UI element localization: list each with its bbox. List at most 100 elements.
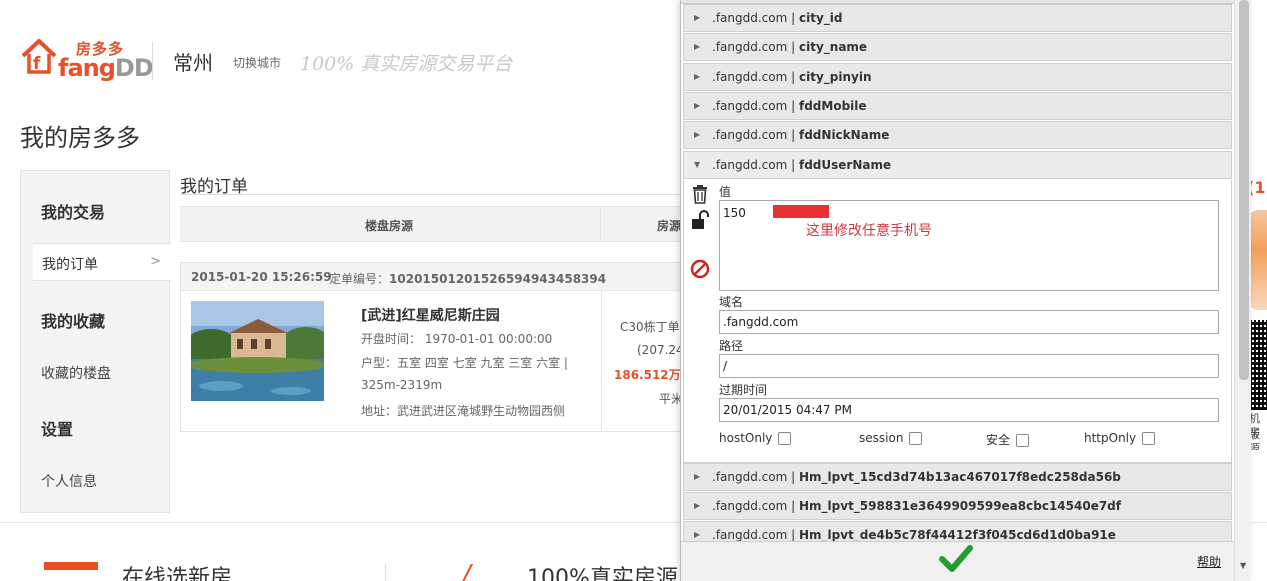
cookie-row[interactable]: ▶ .fangdd.com | city_id (683, 4, 1232, 32)
svg-text:f: f (33, 54, 41, 74)
httponly-label: httpOnly (1084, 431, 1137, 445)
redaction-mark (773, 205, 829, 218)
cookie-separator: | (791, 528, 796, 542)
cookie-domain: .fangdd.com (712, 99, 788, 113)
checkbox-box[interactable] (1142, 432, 1156, 445)
property-image[interactable] (191, 301, 324, 401)
cookie-name: Hm_lpvt_15cd3d74b13ac467017f8edc258da56b (799, 470, 1121, 484)
sidebar-item-my-orders[interactable]: 我的订单 > (33, 243, 171, 281)
cookie-domain: .fangdd.com (712, 70, 788, 84)
cookie-row[interactable]: ▶ .fangdd.com | fddNickName (683, 121, 1232, 149)
trash-icon[interactable] (690, 184, 710, 204)
scrollbar[interactable]: ▼ (1234, 0, 1251, 581)
col-divider (600, 207, 601, 242)
cookie-name: fddUserName (799, 158, 892, 172)
expand-triangle-icon: ▶ (694, 101, 701, 110)
help-link[interactable]: 帮助 (1197, 553, 1221, 570)
unlock-icon[interactable] (690, 210, 710, 230)
expires-label: 过期时间 (719, 383, 768, 397)
cookie-domain: .fangdd.com (712, 470, 788, 484)
sidebar-item-personal-info[interactable]: 个人信息 (41, 471, 97, 491)
col-header-house: 房源 (657, 219, 682, 233)
trophy-icon (44, 562, 98, 581)
cookie-name: city_id (799, 11, 843, 25)
expand-triangle-icon: ▶ (694, 13, 701, 22)
order-number-label: 定单编号： (329, 272, 390, 286)
cookie-row-text: .fangdd.com | city_pinyin (712, 70, 872, 84)
cookie-row-text: .fangdd.com | city_name (712, 40, 867, 54)
session-checkbox[interactable]: session (859, 431, 923, 445)
cookie-separator: | (791, 158, 796, 172)
order-number-value: 10201501201526594943458394 (389, 272, 607, 286)
order-date: 2015-01-20 15:26:59 (191, 270, 332, 284)
secure-checkbox[interactable]: 安全 (986, 431, 1030, 448)
cookie-name: fddNickName (799, 128, 890, 142)
sidebar-item-label: 我的订单 (42, 257, 98, 273)
property-open-time: 开盘时间： 1970-01-01 00:00:00 (361, 332, 553, 346)
block-icon[interactable] (690, 259, 710, 279)
order-number: 定单编号：10201501201526594943458394 (329, 270, 606, 287)
path-input[interactable]: / (719, 354, 1219, 378)
checkbox-box[interactable] (778, 432, 792, 445)
expand-triangle-icon: ▶ (694, 472, 701, 481)
house-unit: C30栋丁单 (620, 320, 680, 334)
property-name[interactable]: [武进]红星威尼斯庄园 (361, 305, 500, 325)
expand-triangle-icon: ▶ (694, 42, 701, 51)
cookie-name: city_pinyin (799, 70, 872, 84)
domain-input[interactable]: .fangdd.com (719, 310, 1219, 334)
scroll-down-arrow-icon[interactable]: ▼ (1240, 561, 1246, 570)
session-label: session (859, 431, 904, 445)
hostonly-label: hostOnly (719, 431, 773, 445)
logo-en-b: DD (114, 54, 154, 82)
mascot-image (1249, 210, 1267, 310)
scrollbar-thumb[interactable] (1239, 0, 1249, 380)
expires-input[interactable]: 20/01/2015 04:47 PM (719, 398, 1219, 422)
cookie-row-text: .fangdd.com | city_id (712, 11, 843, 25)
order-card: 2015-01-20 15:26:59 定单编号：102015012015265… (180, 262, 700, 432)
cookie-domain: .fangdd.com (712, 158, 788, 172)
fangdd-logo[interactable]: f 房多多 fangDD (18, 36, 154, 82)
cookie-row-text: .fangdd.com | fddNickName (712, 128, 889, 142)
col-header-estate: 楼盘房源 (365, 219, 414, 233)
cookie-name: city_name (799, 40, 868, 54)
cookie-value-textarea[interactable]: 150 (719, 200, 1219, 291)
cookie-name: Hm_lpvt_de4b5c78f44412f3f045cd6d1d0ba91e (799, 528, 1116, 542)
sidebar-item-fav-estates[interactable]: 收藏的楼盘 (41, 363, 111, 383)
cookie-row[interactable]: ▶ .fangdd.com | Hm_lpvt_15cd3d74b13ac467… (683, 463, 1232, 491)
house-price-value: 186.512万 (614, 368, 681, 382)
page: f 房多多 fangDD 常州 切换城市 100% 真实房源交易平台 我的房多多… (0, 0, 1267, 581)
expand-triangle-icon: ▶ (694, 130, 701, 139)
cookie-separator: | (791, 11, 796, 25)
httponly-checkbox[interactable]: httpOnly (1084, 431, 1156, 445)
sidebar-section-favorites: 我的收藏 (41, 312, 106, 331)
annotation-text: 这里修改任意手机号 (806, 223, 932, 239)
chevron-right-icon: > (150, 254, 161, 269)
checkmark-icon[interactable] (939, 544, 973, 574)
domain-label: 域名 (719, 295, 744, 309)
hostonly-checkbox[interactable]: hostOnly (719, 431, 792, 445)
current-city: 常州 (173, 51, 213, 75)
property-area: 325m-2319m (361, 378, 443, 392)
house-area: (207.24 (637, 343, 684, 357)
sidebar: 我的交易 我的订单 > 我的收藏 收藏的楼盘 设置 个人信息 (20, 170, 171, 513)
house-logo-icon: f (21, 39, 57, 74)
cookie-row[interactable]: ▶ .fangdd.com | city_name (683, 33, 1232, 61)
checkbox-box[interactable] (909, 432, 923, 445)
value-label: 值 (719, 185, 732, 199)
logo-en-a: fang (58, 54, 116, 82)
sidebar-section-trade: 我的交易 (41, 203, 106, 222)
checkbox-box[interactable] (1016, 434, 1030, 447)
switch-city-link[interactable]: 切换城市 (233, 54, 281, 71)
cookie-row[interactable]: ▶ .fangdd.com | fddMobile (683, 92, 1232, 120)
property-layout: 户型：五室 四室 七室 九室 三室 六室 | (361, 356, 568, 370)
cookie-detail-panel: 值 150 域名 .fangdd.com 路径 / 过期时间 20/01/201… (683, 180, 1232, 463)
secure-label: 安全 (986, 433, 1011, 447)
header-divider (152, 42, 153, 80)
cookie-row[interactable]: ▶ .fangdd.com | Hm_lpvt_598831e364990959… (683, 492, 1232, 520)
cookie-row-expanded[interactable]: ▼ .fangdd.com | fddUserName (683, 151, 1232, 179)
cookie-row-text: .fangdd.com | Hm_lpvt_15cd3d74b13ac46701… (712, 470, 1121, 484)
logo-en-text: fangDD (58, 54, 154, 82)
cookie-row[interactable]: ▶ .fangdd.com | city_pinyin (683, 63, 1232, 91)
order-header: 2015-01-20 15:26:59 定单编号：102015012015265… (181, 263, 699, 291)
collapse-triangle-icon: ▼ (694, 160, 701, 169)
